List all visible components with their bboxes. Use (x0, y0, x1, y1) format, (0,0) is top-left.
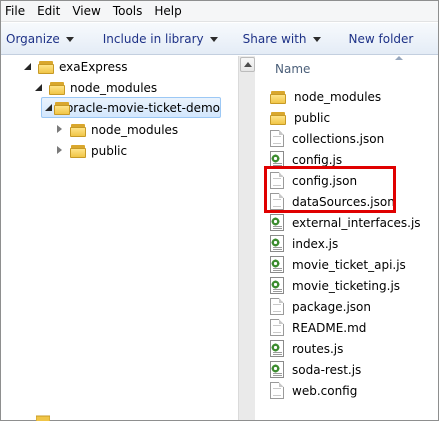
highlight-box (264, 166, 396, 213)
folder-icon (70, 144, 86, 158)
expand-arrow-icon[interactable] (44, 103, 52, 113)
tree-item-public[interactable]: public (55, 140, 127, 161)
tree-item-oracle-movie-ticket-demo[interactable]: oracle-movie-ticket-demo (41, 97, 221, 118)
folder-icon (35, 411, 51, 421)
script-file-icon (270, 256, 284, 273)
collapse-arrow-icon[interactable] (55, 145, 65, 156)
file-row[interactable]: web.config (270, 380, 357, 401)
name-column-label: Name (275, 62, 311, 76)
file-list-pane: Name node_modules public collections.jso… (256, 56, 438, 420)
script-file-icon (270, 214, 284, 231)
file-name: web.config (292, 383, 358, 398)
file-row[interactable]: package.json (270, 296, 371, 317)
script-file-icon (270, 277, 284, 294)
folder-icon (53, 101, 70, 115)
folder-icon (38, 60, 54, 74)
include-in-library-button[interactable]: Include in library (100, 32, 221, 46)
file-row[interactable]: movie_ticket_api.js (270, 254, 406, 275)
file-name: package.json (292, 299, 372, 314)
command-toolbar: Organize Include in library Share with N… (1, 23, 438, 55)
collapse-arrow-icon[interactable] (55, 124, 65, 135)
tree-item-label: exaExpress (59, 59, 128, 74)
navigation-pane: exaExpress node_modules oracle-movie-tic… (1, 56, 239, 421)
menu-bar: File Edit View Tools Help (1, 1, 438, 22)
new-folder-button[interactable]: New folder (346, 32, 417, 46)
file-name: external_interfaces.js (292, 215, 421, 230)
file-name: node_modules (294, 89, 382, 104)
file-name: index.js (292, 236, 339, 251)
document-icon (270, 382, 284, 399)
chevron-down-icon (209, 36, 218, 42)
tree-item-label: node_modules (91, 122, 179, 137)
tree-item-label: public (91, 143, 128, 158)
folder-icon (49, 81, 65, 95)
tree-item-label: oracle-movie-ticket-demo (65, 100, 220, 115)
tree-item-node-modules-child[interactable]: node_modules (55, 119, 178, 140)
file-name: movie_ticket_api.js (292, 257, 406, 272)
file-row[interactable]: README.md (270, 317, 366, 338)
file-name: config.js (292, 152, 343, 167)
scroll-up-arrow-icon[interactable] (240, 57, 255, 72)
tree-item-label: node_modules (70, 80, 158, 95)
file-row[interactable]: external_interfaces.js (270, 212, 421, 233)
file-name: collections.json (292, 131, 385, 146)
new-folder-label: New folder (348, 31, 414, 46)
chevron-down-icon (65, 36, 74, 42)
document-icon (270, 298, 284, 315)
file-row[interactable]: routes.js (270, 338, 343, 359)
menu-tools[interactable]: Tools (107, 1, 149, 21)
document-icon (270, 130, 284, 147)
file-row[interactable]: index.js (270, 233, 338, 254)
folder-icon (70, 123, 86, 137)
file-name: routes.js (292, 341, 344, 356)
tree-item-exaexpress[interactable]: exaExpress (23, 56, 127, 77)
name-column-header[interactable]: Name (256, 56, 438, 82)
file-row[interactable]: collections.json (270, 128, 384, 149)
menu-edit[interactable]: Edit (31, 1, 66, 21)
menu-file[interactable]: File (1, 1, 31, 21)
menu-help[interactable]: Help (148, 1, 187, 21)
organize-label: Organize (6, 31, 60, 46)
file-row[interactable]: movie_ticketing.js (270, 275, 400, 296)
document-icon (270, 319, 284, 336)
script-file-icon (270, 361, 284, 378)
folder-icon (270, 90, 286, 104)
tree-item-node-modules[interactable]: node_modules (34, 77, 157, 98)
menu-view[interactable]: View (66, 1, 106, 21)
script-file-icon (270, 340, 284, 357)
expand-arrow-icon[interactable] (34, 83, 44, 93)
organize-button[interactable]: Organize (3, 32, 77, 46)
file-row[interactable]: node_modules (270, 86, 381, 107)
file-name: soda-rest.js (292, 362, 362, 377)
navigation-scrollbar[interactable] (238, 56, 255, 420)
share-with-label: Share with (242, 31, 307, 46)
folder-icon (270, 111, 286, 125)
expand-arrow-icon[interactable] (23, 62, 33, 72)
file-row[interactable]: soda-rest.js (270, 359, 361, 380)
file-name: movie_ticketing.js (292, 278, 401, 293)
sort-ascending-icon (395, 56, 403, 60)
script-file-icon (270, 235, 284, 252)
chevron-down-icon (312, 36, 321, 42)
share-with-button[interactable]: Share with (240, 32, 324, 46)
file-name: public (294, 110, 331, 125)
file-row[interactable]: public (270, 107, 330, 128)
file-name: README.md (292, 320, 367, 335)
include-in-library-label: Include in library (102, 31, 204, 46)
